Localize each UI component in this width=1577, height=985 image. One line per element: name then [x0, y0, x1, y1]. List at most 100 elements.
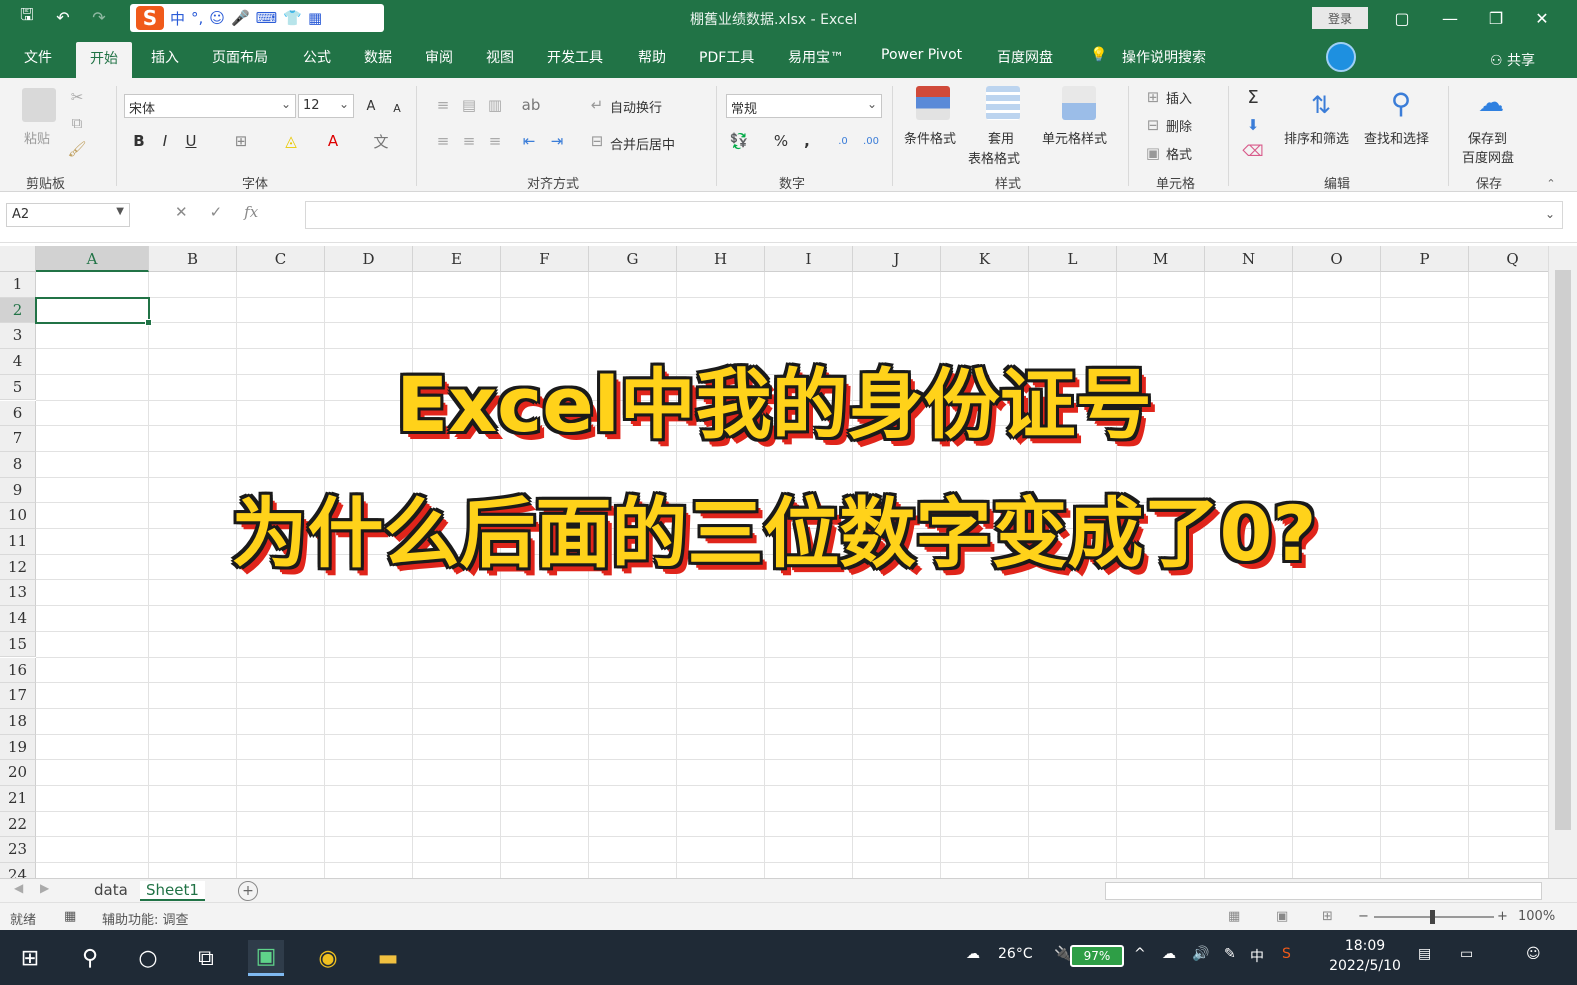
find-select-button[interactable]: 查找和选择 [1364, 128, 1429, 147]
row-header[interactable]: 19 [0, 734, 36, 761]
weather-temp[interactable]: 26°C [998, 946, 1033, 962]
action-center-icon[interactable]: ▭ [1460, 946, 1473, 962]
battery-indicator[interactable]: 97% [1070, 945, 1124, 967]
format-as-table-line2[interactable]: 表格格式 [968, 148, 1020, 167]
redo-icon[interactable]: ↷ [88, 6, 110, 28]
zoom-in-icon[interactable]: + [1497, 909, 1508, 924]
ime-mode-icon[interactable]: 中 [170, 8, 185, 29]
tab-home[interactable]: 开始 [76, 42, 132, 78]
ime-indicator[interactable]: 中 [1250, 946, 1264, 966]
number-format-select[interactable]: 常规 ⌄ [726, 94, 882, 118]
tab-developer[interactable]: 开发工具 [547, 47, 603, 67]
tab-baidu-netdisk[interactable]: 百度网盘 [997, 47, 1053, 67]
italic-button[interactable]: I [154, 130, 176, 152]
column-header[interactable]: L [1029, 246, 1117, 272]
shrink-font-button[interactable]: A [386, 97, 408, 119]
scrollbar-thumb[interactable] [1555, 270, 1571, 830]
insert-function-icon[interactable]: fx [244, 203, 258, 221]
windows-start-icon[interactable]: ⊞ [12, 940, 48, 976]
align-middle-icon[interactable]: ▤ [458, 94, 480, 116]
row-header[interactable]: 23 [0, 837, 36, 864]
font-size-select[interactable]: 12 ⌄ [298, 94, 354, 118]
page-layout-view-icon[interactable]: ▣ [1276, 909, 1288, 924]
font-color-icon[interactable]: A [322, 130, 344, 152]
network-icon[interactable]: ☁ [1162, 946, 1176, 962]
macro-record-icon[interactable]: ▦ [64, 909, 76, 924]
minimize-button[interactable]: — [1430, 4, 1470, 32]
row-header[interactable]: 13 [0, 580, 36, 607]
search-icon[interactable]: ⚲ [72, 940, 108, 976]
sheet-tab-data[interactable]: data [94, 881, 128, 899]
column-header[interactable]: O [1293, 246, 1381, 272]
normal-view-icon[interactable]: ▦ [1228, 909, 1240, 924]
sogou-tray-icon[interactable]: S [1282, 946, 1291, 962]
file-explorer-icon[interactable]: ▬ [370, 940, 406, 976]
format-as-table-icon[interactable] [986, 86, 1020, 120]
currency-icon[interactable]: 💱 [728, 130, 750, 152]
cell-styles-button[interactable]: 单元格样式 [1042, 128, 1107, 147]
vertical-scrollbar[interactable] [1548, 246, 1577, 878]
cell-styles-icon[interactable] [1062, 86, 1096, 120]
tab-help[interactable]: 帮助 [638, 47, 666, 67]
column-header[interactable]: F [501, 246, 589, 272]
volume-icon[interactable]: 🔊 [1192, 946, 1209, 962]
align-center-icon[interactable]: ≡ [458, 130, 480, 152]
column-header[interactable]: G [589, 246, 677, 272]
format-as-table-line1[interactable]: 套用 [988, 128, 1014, 147]
column-header[interactable]: J [853, 246, 941, 272]
decrease-decimal-icon[interactable]: .00 [860, 130, 882, 152]
cancel-icon[interactable]: ✕ [175, 203, 188, 221]
zoom-slider-thumb[interactable] [1430, 910, 1435, 924]
select-all-corner[interactable] [0, 246, 36, 272]
share-button[interactable]: ⚇ 共享 [1490, 50, 1535, 70]
tab-power-pivot[interactable]: Power Pivot [881, 47, 962, 63]
column-header[interactable]: B [149, 246, 237, 272]
weather-icon[interactable]: ☁ [966, 946, 980, 962]
tab-file[interactable]: 文件 [24, 47, 52, 67]
row-header[interactable]: 24 [0, 863, 36, 878]
fill-icon[interactable]: ⬇ [1242, 114, 1264, 136]
name-box[interactable]: A2 ▼ [6, 203, 130, 227]
baidu-netdisk-icon[interactable]: ☁ [1474, 86, 1508, 120]
format-cells-icon[interactable]: ▣ [1142, 142, 1164, 164]
zoom-level[interactable]: 100% [1518, 909, 1555, 924]
undo-icon[interactable]: ↶ [52, 6, 74, 28]
paste-label[interactable]: 粘贴 [24, 128, 50, 147]
pen-icon[interactable]: ✎ [1224, 946, 1236, 962]
format-painter-icon[interactable]: 🖌 [66, 138, 88, 160]
row-header[interactable]: 14 [0, 606, 36, 632]
grow-font-button[interactable]: A [360, 95, 382, 117]
bold-button[interactable]: B [128, 130, 150, 152]
align-left-icon[interactable]: ≡ [432, 130, 454, 152]
delete-cells-button[interactable]: 删除 [1166, 116, 1192, 135]
insert-cells-icon[interactable]: ⊞ [1142, 86, 1164, 108]
ime-voice-icon[interactable]: 🎤 [231, 9, 250, 27]
show-hidden-icons-icon[interactable]: ^ [1134, 946, 1146, 962]
chat-icon[interactable]: ☺ [1526, 946, 1541, 962]
sogou-logo-icon[interactable]: S [136, 6, 164, 30]
excel-app-icon[interactable]: ▣ [248, 940, 284, 976]
tab-view[interactable]: 视图 [486, 47, 514, 67]
orientation-icon[interactable]: ab [520, 94, 542, 116]
sheet-tab-sheet1[interactable]: Sheet1 [140, 881, 205, 901]
tab-review[interactable]: 审阅 [425, 47, 453, 67]
ribbon-display-icon[interactable]: ▢ [1382, 4, 1422, 32]
row-header[interactable]: 20 [0, 760, 36, 786]
horizontal-scrollbar[interactable] [1105, 882, 1542, 900]
expand-formula-bar-icon[interactable]: ⌄ [1545, 207, 1555, 221]
save-to-line2[interactable]: 百度网盘 [1462, 147, 1514, 166]
cortana-icon[interactable]: ○ [130, 940, 166, 976]
merge-center-button[interactable]: 合并后居中 [610, 134, 675, 153]
column-header[interactable]: M [1117, 246, 1205, 272]
sort-filter-icon[interactable]: ⇅ [1304, 88, 1338, 122]
next-sheet-icon[interactable]: ▶ [40, 881, 49, 895]
signin-button[interactable]: 登录 [1312, 7, 1368, 29]
conditional-formatting-icon[interactable] [916, 86, 950, 120]
tab-page-layout[interactable]: 页面布局 [212, 47, 268, 67]
tab-insert[interactable]: 插入 [151, 47, 179, 67]
enter-icon[interactable]: ✓ [210, 203, 223, 221]
ime-emoji-icon[interactable]: ☺ [209, 9, 225, 27]
avatar[interactable] [1326, 42, 1356, 72]
merge-center-icon[interactable]: ⊟ [586, 130, 608, 152]
copy-icon[interactable]: ⧉ [66, 112, 88, 134]
